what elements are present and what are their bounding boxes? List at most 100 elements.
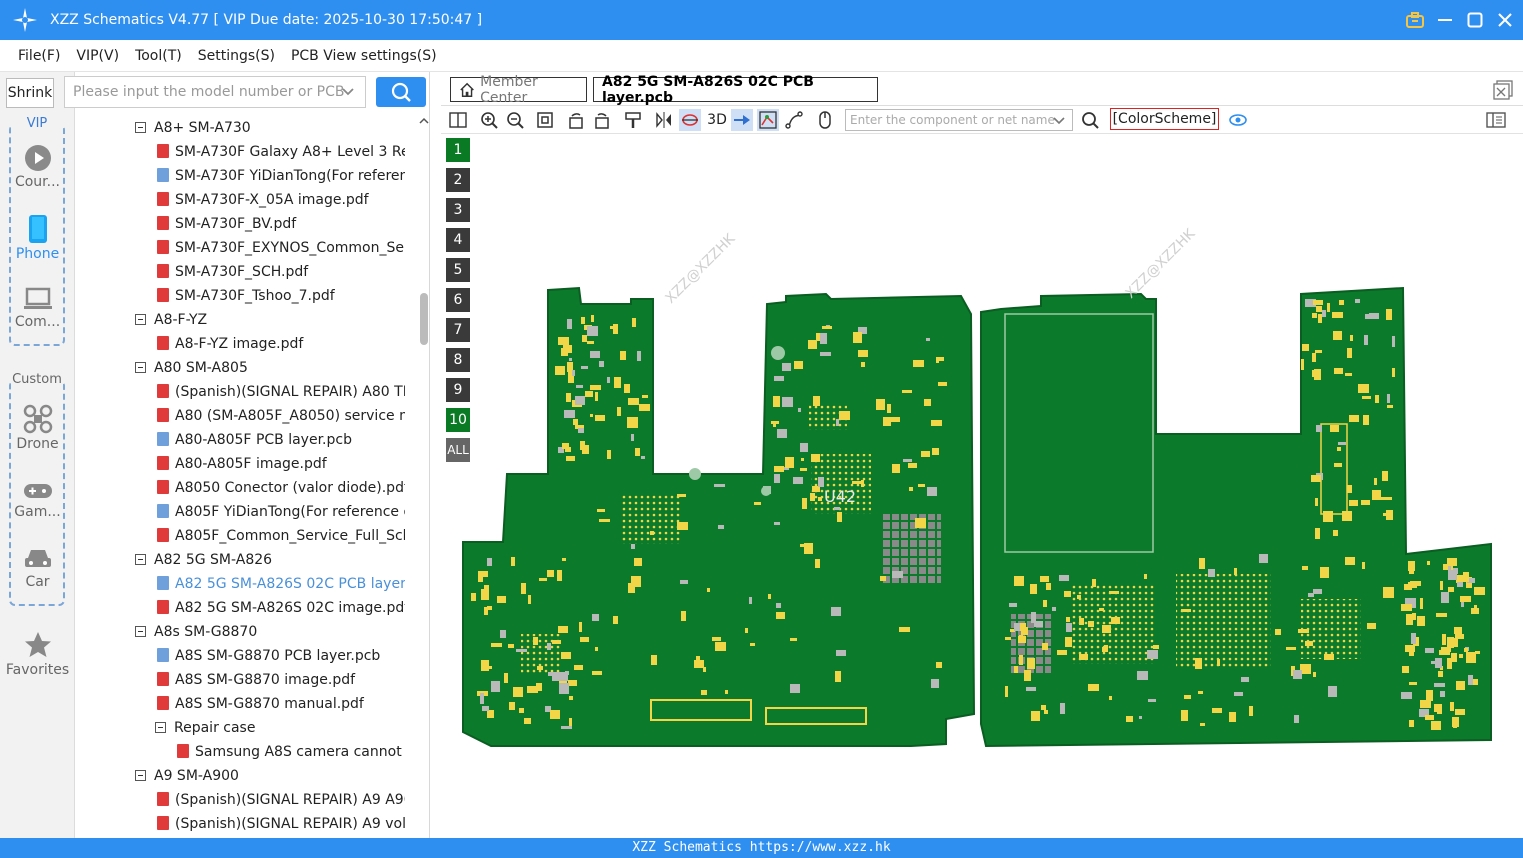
- tree-file[interactable]: A80-A805F PCB layer.pcb: [157, 428, 405, 452]
- tab-member-center[interactable]: Member Center: [450, 74, 587, 106]
- chevron-down-icon[interactable]: [1052, 113, 1066, 127]
- tree-file[interactable]: A805F YiDianTong(For reference o: [157, 500, 405, 524]
- pcb-pad: [808, 340, 817, 349]
- tree-file[interactable]: (Spanish)(SIGNAL REPAIR) A9 volta: [157, 812, 405, 836]
- tree-file[interactable]: A805F_Common_Service_Full_Sche: [157, 524, 405, 548]
- menu-tool[interactable]: Tool(T): [135, 48, 182, 64]
- collapse-icon[interactable]: [135, 770, 146, 781]
- tab-pcb-file[interactable]: A82 5G SM-A826S 02C PCB layer.pcb: [593, 74, 878, 106]
- tree-file[interactable]: Samsung A8S camera cannot be: [177, 740, 405, 764]
- rail-item-car[interactable]: Car: [0, 546, 75, 590]
- tree-file[interactable]: A8-F-YZ image.pdf: [157, 332, 405, 356]
- minimize-button[interactable]: [1435, 10, 1455, 30]
- pcb-pad: [876, 399, 885, 410]
- rail-item-drone[interactable]: Drone: [0, 404, 75, 452]
- tree-folder[interactable]: A8+ SM-A730: [135, 116, 405, 140]
- pcb-board-view[interactable]: U42 XZZ@XZZHK XZZ@XZZHK: [441, 134, 1523, 838]
- rail-item-course[interactable]: Cour...: [0, 144, 75, 190]
- model-search-input[interactable]: Please input the model number or PCB: [64, 76, 366, 108]
- zoom-in-icon[interactable]: [478, 109, 500, 131]
- shrink-button[interactable]: Shrink: [6, 78, 54, 108]
- component-search-input[interactable]: Enter the component or net name: [845, 109, 1073, 131]
- tree-folder[interactable]: A80 SM-A805: [135, 356, 405, 380]
- collapse-icon[interactable]: [135, 314, 146, 325]
- scroll-up-icon[interactable]: [419, 116, 429, 128]
- eye-icon[interactable]: [1227, 109, 1249, 131]
- measure-icon[interactable]: [783, 109, 805, 131]
- format-painter-icon[interactable]: [622, 109, 644, 131]
- tree-folder[interactable]: A8s SM-G8870: [135, 620, 405, 644]
- split-view-icon[interactable]: [447, 109, 469, 131]
- collapse-icon[interactable]: [135, 554, 146, 565]
- chevron-down-icon[interactable]: [341, 84, 355, 98]
- tree-file[interactable]: A82 5G SM-A826S 02C PCB layer.p: [157, 572, 405, 596]
- tree-file[interactable]: SM-A730F YiDianTong(For referen: [157, 164, 405, 188]
- pcb-pad: [607, 377, 610, 383]
- zoom-out-icon[interactable]: [504, 109, 526, 131]
- trace-view-icon[interactable]: [757, 109, 779, 131]
- tree-scrollbar[interactable]: [419, 116, 429, 836]
- tree-folder[interactable]: Repair case: [155, 716, 405, 740]
- rail-item-computer[interactable]: Com...: [0, 286, 75, 330]
- pcb-pad: [651, 655, 657, 665]
- tree-file[interactable]: SM-A730F_SCH.pdf: [157, 260, 405, 284]
- component-search-icon[interactable]: [1079, 109, 1101, 131]
- pcb-canvas[interactable]: 1 2 3 4 5 6 7 8 9 10 ALL U42 XZZ@XZZHK XZZ@XZZ: [441, 134, 1523, 838]
- tree-folder[interactable]: A82 5G SM-A826: [135, 548, 405, 572]
- pcb-pad: [835, 671, 841, 682]
- menu-pcb-view-settings[interactable]: PCB View settings(S): [291, 48, 437, 64]
- tree-item-label: A8-F-YZ image.pdf: [175, 336, 304, 352]
- menu-file[interactable]: File(F): [18, 48, 60, 64]
- tree-folder[interactable]: A8-F-YZ: [135, 308, 405, 332]
- pcb-pad: [1471, 608, 1479, 614]
- menu-settings[interactable]: Settings(S): [198, 48, 275, 64]
- tree-file[interactable]: A8S SM-G8870 manual.pdf: [157, 692, 405, 716]
- pcb-pad: [1347, 348, 1352, 358]
- maximize-button[interactable]: [1465, 10, 1485, 30]
- tree-file[interactable]: A8050 Conector (valor diode).pdf: [157, 476, 405, 500]
- tree-file[interactable]: A8S SM-G8870 PCB layer.pcb: [157, 644, 405, 668]
- vip-bag-icon[interactable]: [1405, 10, 1425, 30]
- tree-file[interactable]: A82 5G SM-A826S 02C image.pdf: [157, 596, 405, 620]
- rail-item-phone[interactable]: Phone: [0, 214, 75, 262]
- color-scheme-button[interactable]: [ColorScheme]: [1110, 108, 1219, 130]
- tree-folder[interactable]: A9 SM-A900: [135, 764, 405, 788]
- tree-file[interactable]: SM-A730F_Tshoo_7.pdf: [157, 284, 405, 308]
- pcb-pad: [924, 399, 931, 406]
- tree-file[interactable]: A80-A805F image.pdf: [157, 452, 405, 476]
- tree-file[interactable]: SM-A730F_BV.pdf: [157, 212, 405, 236]
- tree-file[interactable]: (Spanish)(SIGNAL REPAIR) A80 TEF: [157, 380, 405, 404]
- collapse-icon[interactable]: [135, 122, 146, 133]
- collapse-icon[interactable]: [135, 626, 146, 637]
- collapse-icon[interactable]: [155, 722, 166, 733]
- rotate-left-icon[interactable]: [565, 109, 587, 131]
- menu-vip[interactable]: VIP(V): [76, 48, 119, 64]
- tree-file[interactable]: (Spanish)(SIGNAL REPAIR) A9 A90!: [157, 788, 405, 812]
- pcb-pad: [790, 684, 800, 693]
- close-button[interactable]: [1495, 10, 1515, 30]
- collapse-icon[interactable]: [135, 362, 146, 373]
- tree-file[interactable]: SM-A730F_EXYNOS_Common_Serv: [157, 236, 405, 260]
- pcb-file-icon: [157, 648, 169, 662]
- tree-item-label: (Spanish)(SIGNAL REPAIR) A80 TEF: [175, 384, 405, 400]
- fit-view-icon[interactable]: [534, 109, 556, 131]
- pdf-file-icon: [157, 480, 169, 494]
- mirror-icon[interactable]: [653, 109, 675, 131]
- tree-scroll-thumb[interactable]: [420, 293, 428, 345]
- tree-file[interactable]: SM-A730F-X_05A image.pdf: [157, 188, 405, 212]
- flip-board-icon[interactable]: [679, 109, 701, 131]
- tree-file[interactable]: SM-A730F Galaxy A8+ Level 3 Repa: [157, 140, 405, 164]
- close-all-tabs-icon[interactable]: [1493, 80, 1513, 100]
- view-3d-button[interactable]: 3D: [705, 109, 729, 131]
- mouse-mode-icon[interactable]: [814, 109, 836, 131]
- rail-item-favorites[interactable]: Favorites: [0, 630, 75, 678]
- net-highlight-icon[interactable]: [731, 109, 753, 131]
- rotate-right-icon[interactable]: [591, 109, 613, 131]
- search-button[interactable]: [376, 77, 426, 107]
- side-panel-icon[interactable]: [1485, 109, 1507, 131]
- pcb-pad: [1333, 530, 1338, 536]
- tree-file[interactable]: A80 (SM-A805F_A8050) service ma: [157, 404, 405, 428]
- tree-file[interactable]: A8S SM-G8870 image.pdf: [157, 668, 405, 692]
- rail-item-game[interactable]: Gam...: [0, 480, 75, 520]
- tree-item-label: A82 5G SM-A826S 02C image.pdf: [175, 600, 405, 616]
